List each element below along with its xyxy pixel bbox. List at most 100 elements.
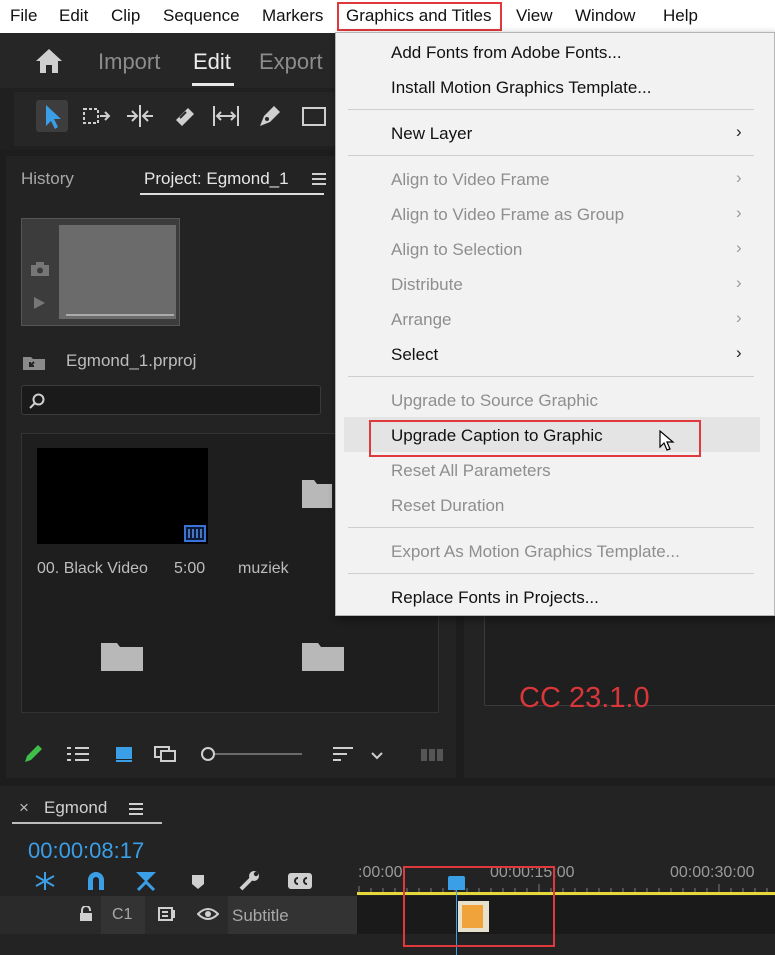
linked-selection-icon[interactable] (33, 870, 57, 892)
play-icon[interactable] (32, 296, 46, 310)
razor-icon[interactable] (168, 100, 200, 132)
snap-icon[interactable] (85, 870, 107, 892)
zoom-slider-icon[interactable] (200, 745, 304, 763)
freeform-view-icon[interactable] (154, 744, 182, 764)
icon-view-icon[interactable] (114, 744, 134, 764)
home-icon[interactable] (34, 47, 64, 75)
track-name: Subtitle (232, 906, 289, 925)
hamburger-icon[interactable] (129, 802, 143, 815)
clip-duration: 5:00 (174, 560, 206, 577)
folder-up-icon[interactable] (22, 353, 46, 371)
camera-icon[interactable] (30, 261, 50, 277)
selection-tool-icon[interactable] (36, 100, 68, 132)
bin-folder-name: muziek (238, 560, 289, 577)
version-annotation: CC 23.1.0 (519, 682, 650, 714)
menu-view[interactable]: View (516, 6, 553, 26)
submenu-arrow-icon: › (736, 122, 742, 141)
rectangle-icon[interactable] (298, 100, 330, 132)
submenu-arrow-icon: › (736, 343, 742, 362)
track-select-icon[interactable] (80, 100, 112, 132)
insert-overwrite-icon[interactable] (134, 870, 158, 892)
project-panel-footer (6, 736, 456, 776)
search-input[interactable] (21, 385, 321, 415)
menu-item-distribute[interactable]: Distribute (391, 275, 463, 295)
sort-icon[interactable] (332, 744, 354, 764)
menu-item-align-video-frame-group[interactable]: Align to Video Frame as Group (391, 205, 624, 225)
project-thumbnail (21, 218, 180, 326)
menu-item-upgrade-source-graphic[interactable]: Upgrade to Source Graphic (391, 391, 598, 411)
list-view-icon[interactable] (66, 744, 90, 764)
folder-icon[interactable] (302, 476, 332, 508)
tab-history[interactable]: History (21, 169, 74, 189)
menu-separator (348, 376, 754, 377)
menu-item-reset-all-parameters[interactable]: Reset All Parameters (391, 461, 551, 481)
thumbnail-scrubber[interactable] (66, 314, 174, 316)
tab-project[interactable]: Project: Egmond_1 (144, 169, 289, 189)
film-icon (184, 525, 206, 542)
menu-item-align-selection[interactable]: Align to Selection (391, 240, 522, 260)
menu-window[interactable]: Window (575, 6, 635, 26)
pen-icon[interactable] (254, 100, 286, 132)
menu-item-replace-fonts[interactable]: Replace Fonts in Projects... (391, 588, 599, 608)
search-icon (28, 392, 46, 410)
annotation-highlight-timeline (403, 866, 555, 947)
chevron-down-icon[interactable] (370, 748, 384, 760)
track-target-slot[interactable]: C1 (101, 896, 145, 934)
slip-icon[interactable] (210, 100, 242, 132)
tab-export[interactable]: Export (259, 49, 323, 75)
timeline-panel: × Egmond 00:00:08:17 :00:00 00:00:15:00 … (0, 786, 775, 955)
thumbnail-preview (59, 225, 176, 319)
track-target-label: C1 (112, 906, 133, 923)
submenu-arrow-icon: › (736, 273, 742, 292)
menu-sequence[interactable]: Sequence (163, 6, 240, 26)
tab-import[interactable]: Import (98, 49, 160, 75)
marker-icon[interactable] (191, 874, 205, 890)
mouse-cursor-icon (659, 429, 675, 452)
menu-help[interactable]: Help (663, 6, 698, 26)
playhead-timecode[interactable]: 00:00:08:17 (28, 838, 144, 864)
annotation-highlight-menu-item (369, 420, 701, 457)
tab-edit[interactable]: Edit (193, 49, 231, 75)
submenu-arrow-icon: › (736, 238, 742, 257)
submenu-arrow-icon: › (736, 203, 742, 222)
folder-icon[interactable] (101, 639, 143, 671)
menu-item-new-layer[interactable]: New Layer (391, 124, 472, 144)
menu-separator (348, 155, 754, 156)
menu-clip[interactable]: Clip (111, 6, 140, 26)
black-video-thumbnail[interactable] (37, 448, 208, 544)
pencil-icon[interactable] (22, 743, 44, 765)
eye-icon[interactable] (196, 907, 220, 921)
menu-item-export-mogrt[interactable]: Export As Motion Graphics Template... (391, 542, 680, 562)
lock-icon[interactable] (79, 905, 93, 922)
menu-file[interactable]: File (10, 6, 37, 26)
menu-item-arrange[interactable]: Arrange (391, 310, 451, 330)
menu-markers[interactable]: Markers (262, 6, 323, 26)
menu-item-add-fonts[interactable]: Add Fonts from Adobe Fonts... (391, 43, 622, 63)
project-tab-indicator (140, 193, 324, 195)
menu-item-reset-duration[interactable]: Reset Duration (391, 496, 504, 516)
wrench-icon[interactable] (238, 870, 262, 892)
close-sequence-button[interactable]: × (19, 798, 29, 818)
sequence-tab[interactable]: Egmond (44, 798, 107, 818)
ripple-edit-icon[interactable] (124, 100, 156, 132)
hamburger-icon[interactable] (312, 172, 326, 185)
menu-item-align-video-frame[interactable]: Align to Video Frame (391, 170, 549, 190)
submenu-arrow-icon: › (736, 168, 742, 187)
clip-name: 00. Black Video (37, 560, 148, 577)
sync-icon[interactable] (158, 906, 178, 922)
submenu-arrow-icon: › (736, 308, 742, 327)
menu-bar: File Edit Clip Sequence Markers Graphics… (0, 0, 775, 33)
annotation-highlight-menu (337, 2, 502, 31)
menu-edit[interactable]: Edit (59, 6, 88, 26)
graphics-and-titles-menu: Add Fonts from Adobe Fonts... Install Mo… (335, 32, 775, 616)
menu-item-select[interactable]: Select (391, 345, 438, 365)
active-tab-indicator (192, 83, 234, 86)
track-name-slot[interactable]: Subtitle (228, 896, 357, 934)
track-header: C1 Subtitle (0, 896, 357, 934)
menu-item-install-mogrt[interactable]: Install Motion Graphics Template... (391, 78, 651, 98)
folder-icon[interactable] (302, 639, 344, 671)
captions-icon[interactable] (287, 872, 313, 890)
menu-separator (348, 109, 754, 110)
ruler-label: :00:00 (358, 864, 403, 881)
automate-icon[interactable] (420, 745, 444, 763)
